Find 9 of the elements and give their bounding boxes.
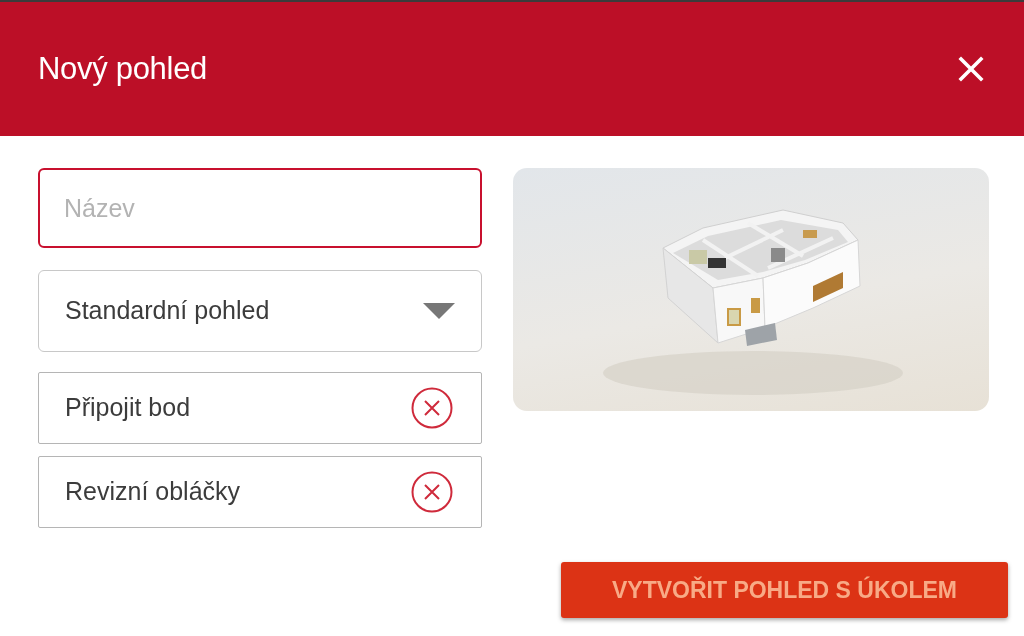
caret-icon	[423, 303, 455, 319]
x-circle-icon[interactable]	[411, 387, 453, 429]
view-select[interactable]: Standardní pohled	[38, 270, 482, 352]
name-input[interactable]: Název	[38, 168, 482, 248]
close-icon[interactable]	[958, 56, 984, 82]
item-label: Revizní obláčky	[65, 476, 241, 508]
dialog-title: Nový pohled	[38, 49, 208, 88]
item-label: Připojit bod	[65, 392, 191, 424]
x-circle-icon[interactable]	[411, 471, 453, 513]
